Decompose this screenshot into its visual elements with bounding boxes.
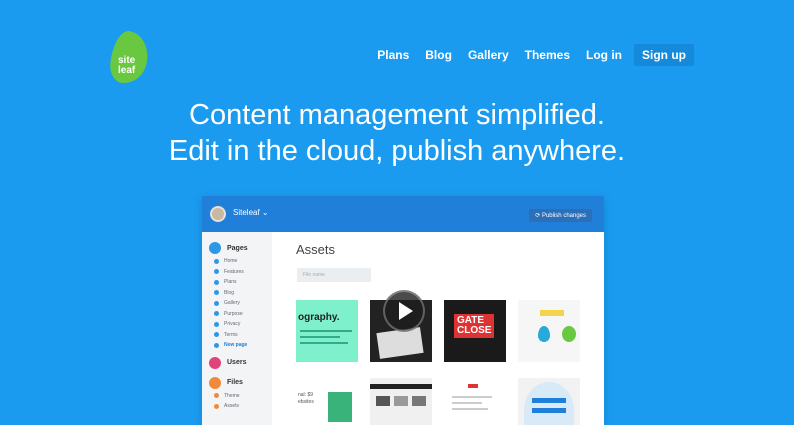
asset-thumbnail[interactable]: nal: $9 ebsites <box>296 378 358 425</box>
plus-icon <box>214 342 219 348</box>
asset-thumbnail[interactable] <box>518 378 580 425</box>
sidebar-section-users[interactable]: Users <box>202 355 272 371</box>
publish-button[interactable]: ⟳ Publish changes <box>529 209 592 222</box>
sidebar-item-features[interactable]: Features <box>202 267 272 278</box>
file-name-filter-input[interactable]: File name <box>297 268 371 282</box>
file-icon <box>214 393 219 399</box>
nav-plans-link[interactable]: Plans <box>369 44 417 66</box>
top-nav: Plans Blog Gallery Themes Log in Sign up <box>369 44 694 66</box>
file-icon <box>214 403 219 409</box>
page-icon <box>214 300 219 306</box>
site-switcher[interactable]: Siteleaf ⌄ <box>233 208 269 217</box>
nav-gallery-link[interactable]: Gallery <box>460 44 517 66</box>
sidebar-item-assets[interactable]: Assets <box>202 401 272 412</box>
asset-thumbnail[interactable]: GATE CLOSE <box>444 300 506 362</box>
sidebar-section-pages[interactable]: Pages <box>202 240 272 256</box>
sidebar-item-home[interactable]: Home <box>202 256 272 267</box>
signup-button[interactable]: Sign up <box>634 44 694 66</box>
sidebar-item-blog[interactable]: Blog <box>202 288 272 299</box>
page-icon <box>214 279 219 285</box>
asset-thumbnail[interactable] <box>370 378 432 425</box>
sidebar-item-theme[interactable]: Theme <box>202 391 272 402</box>
avatar[interactable] <box>210 206 226 222</box>
app-header: Siteleaf ⌄ ⟳ Publish changes <box>202 196 604 232</box>
page-icon <box>214 258 219 264</box>
new-page-button[interactable]: New page <box>202 340 272 351</box>
hero-headline-line1: Content management simplified. <box>189 99 605 131</box>
assets-panel: Assets File name ography. GATE CLOSE nal… <box>296 232 604 425</box>
asset-thumbnail[interactable] <box>444 378 506 425</box>
page-title: Assets <box>296 242 336 257</box>
sidebar-item-terms[interactable]: Terms <box>202 330 272 341</box>
page-icon <box>214 321 219 327</box>
app-preview: Siteleaf ⌄ ⟳ Publish changes Pages Home … <box>202 196 604 425</box>
users-icon <box>209 356 221 369</box>
sidebar-item-purpose[interactable]: Purpose <box>202 309 272 320</box>
nav-login-link[interactable]: Log in <box>578 44 630 66</box>
nav-blog-link[interactable]: Blog <box>417 44 460 66</box>
hero-headline-line2: Edit in the cloud, publish anywhere. <box>168 135 626 167</box>
app-sidebar: Pages Home Features Plans Blog Gallery P… <box>202 232 272 425</box>
page-icon <box>214 290 219 296</box>
nav-themes-link[interactable]: Themes <box>517 44 578 66</box>
sidebar-item-plans[interactable]: Plans <box>202 277 272 288</box>
asset-thumbnail[interactable]: ography. <box>296 300 358 362</box>
sidebar-item-privacy[interactable]: Privacy <box>202 319 272 330</box>
page-icon <box>214 332 219 338</box>
page-icon <box>214 311 219 317</box>
logo-text: site leaf <box>118 55 136 76</box>
page-icon <box>214 269 219 275</box>
play-icon[interactable] <box>383 290 425 332</box>
sidebar-section-files[interactable]: Files <box>202 375 272 391</box>
pencil-icon <box>209 242 221 254</box>
folder-icon <box>209 376 221 389</box>
sidebar-item-gallery[interactable]: Gallery <box>202 298 272 309</box>
asset-thumbnail[interactable] <box>518 300 580 362</box>
